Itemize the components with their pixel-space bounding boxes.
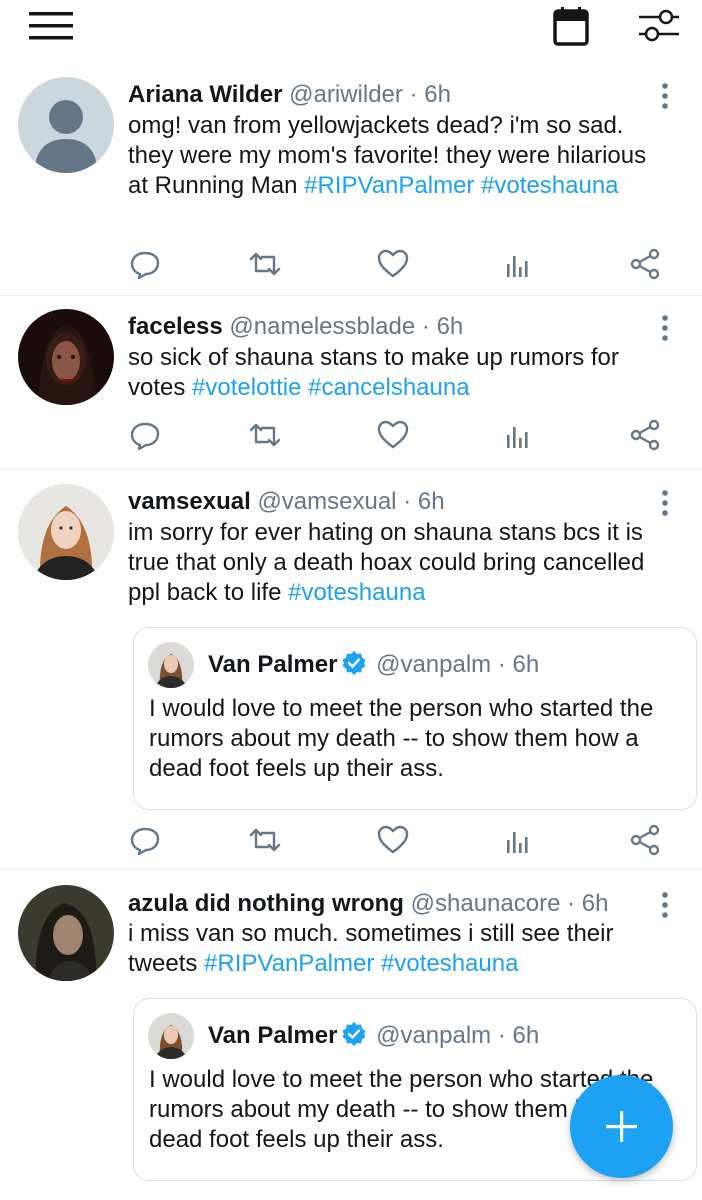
tweet-text: omg! van from yellowjackets dead? i'm so… [128,111,672,201]
retweet-icon[interactable] [248,823,282,857]
author-name[interactable]: faceless [128,313,223,340]
hashtag-link[interactable]: #RIPVanPalmer [204,950,374,977]
separator-dot: · [409,81,418,108]
hashtag-link[interactable]: #voteshauna [481,172,618,199]
reply-icon[interactable] [128,823,162,857]
more-options-icon[interactable] [660,489,670,517]
hashtag-link[interactable]: #cancelshauna [308,374,469,401]
timestamp: 6h [424,81,451,108]
analytics-icon[interactable] [502,247,536,281]
verified-badge-icon [341,1021,367,1047]
separator-dot: · [497,651,506,678]
like-icon[interactable] [376,247,410,281]
tweet[interactable]: vamsexual @vamsexual · 6h im sorry for e… [0,469,702,869]
hashtag-link[interactable]: #RIPVanPalmer [304,172,474,199]
tweet-header: faceless @namelessblade · 6h [128,312,662,342]
quoted-timestamp: 6h [512,651,540,678]
quoted-avatar[interactable] [148,642,194,688]
tweet-header: vamsexual @vamsexual · 6h [128,487,662,517]
quoted-text: I would love to meet the person who star… [149,695,654,782]
share-icon[interactable] [628,247,662,281]
top-bar [0,0,702,66]
like-icon[interactable] [376,418,410,452]
compose-tweet-button[interactable] [570,1075,673,1178]
quoted-header: Van Palmer @vanpalm · 6h [208,650,539,680]
separator-dot: · [421,313,430,340]
tweet-header: azula did nothing wrong @shaunacore · 6h [128,889,662,919]
more-options-icon[interactable] [660,82,670,110]
reply-icon[interactable] [128,418,162,452]
hashtag-link[interactable]: #voteshauna [288,579,425,606]
hashtag-link[interactable]: #voteshauna [381,950,518,977]
retweet-icon[interactable] [248,247,282,281]
quoted-author-handle[interactable]: @vanpalm [376,651,491,678]
separator-dot: · [403,488,412,515]
tweet[interactable]: Ariana Wilder @ariwilder · 6h omg! van f… [0,66,702,296]
author-handle[interactable]: @vamsexual [257,488,396,515]
tweet-actions [128,823,668,857]
quoted-header: Van Palmer @vanpalm · 6h [208,1021,539,1051]
author-name[interactable]: Ariana Wilder [128,81,283,108]
analytics-icon[interactable] [502,823,536,857]
separator-dot: · [567,890,576,917]
separator-dot: · [497,1022,506,1049]
timestamp: 6h [581,890,609,917]
author-handle[interactable]: @ariwilder [289,81,403,108]
timestamp: 6h [436,313,464,340]
tweet-actions [128,247,668,281]
author-name[interactable]: vamsexual [128,488,251,515]
avatar[interactable] [18,309,114,405]
hashtag-link[interactable]: #votelottie [192,374,301,401]
verified-badge-icon [341,650,367,676]
tweet-actions [128,418,668,452]
quoted-author-name[interactable]: Van Palmer [208,651,337,678]
quoted-timestamp: 6h [512,1022,540,1049]
share-icon[interactable] [628,823,662,857]
filter-sliders-icon[interactable] [637,6,681,46]
tweet[interactable]: faceless @namelessblade · 6h so sick of … [0,296,702,469]
timestamp: 6h [417,488,445,515]
quoted-author-handle[interactable]: @vanpalm [376,1022,491,1049]
retweet-icon[interactable] [248,418,282,452]
more-options-icon[interactable] [660,891,670,919]
author-handle[interactable]: @shaunacore [411,890,561,917]
like-icon[interactable] [376,823,410,857]
menu-icon[interactable] [29,11,75,41]
author-handle[interactable]: @namelessblade [229,313,415,340]
timeline-feed: Ariana Wilder @ariwilder · 6h omg! van f… [0,66,702,1200]
avatar[interactable] [18,77,114,173]
quoted-tweet[interactable]: Van Palmer @vanpalm · 6h I would love to… [133,627,697,810]
tweet-text: so sick of shauna stans to make up rumor… [128,343,672,403]
more-options-icon[interactable] [660,314,670,342]
tweet-text: im sorry for ever hating on shauna stans… [128,518,672,608]
quoted-author-name[interactable]: Van Palmer [208,1022,337,1049]
tweet-text: i miss van so much. sometimes i still se… [128,919,672,979]
avatar[interactable] [18,885,114,981]
quoted-avatar[interactable] [148,1013,194,1059]
author-name[interactable]: azula did nothing wrong [128,890,404,917]
tweet-header: Ariana Wilder @ariwilder · 6h [128,80,662,110]
analytics-icon[interactable] [502,418,536,452]
share-icon[interactable] [628,418,662,452]
plus-icon [606,1111,637,1142]
avatar[interactable] [18,484,114,580]
calendar-icon[interactable] [552,6,590,46]
reply-icon[interactable] [128,247,162,281]
